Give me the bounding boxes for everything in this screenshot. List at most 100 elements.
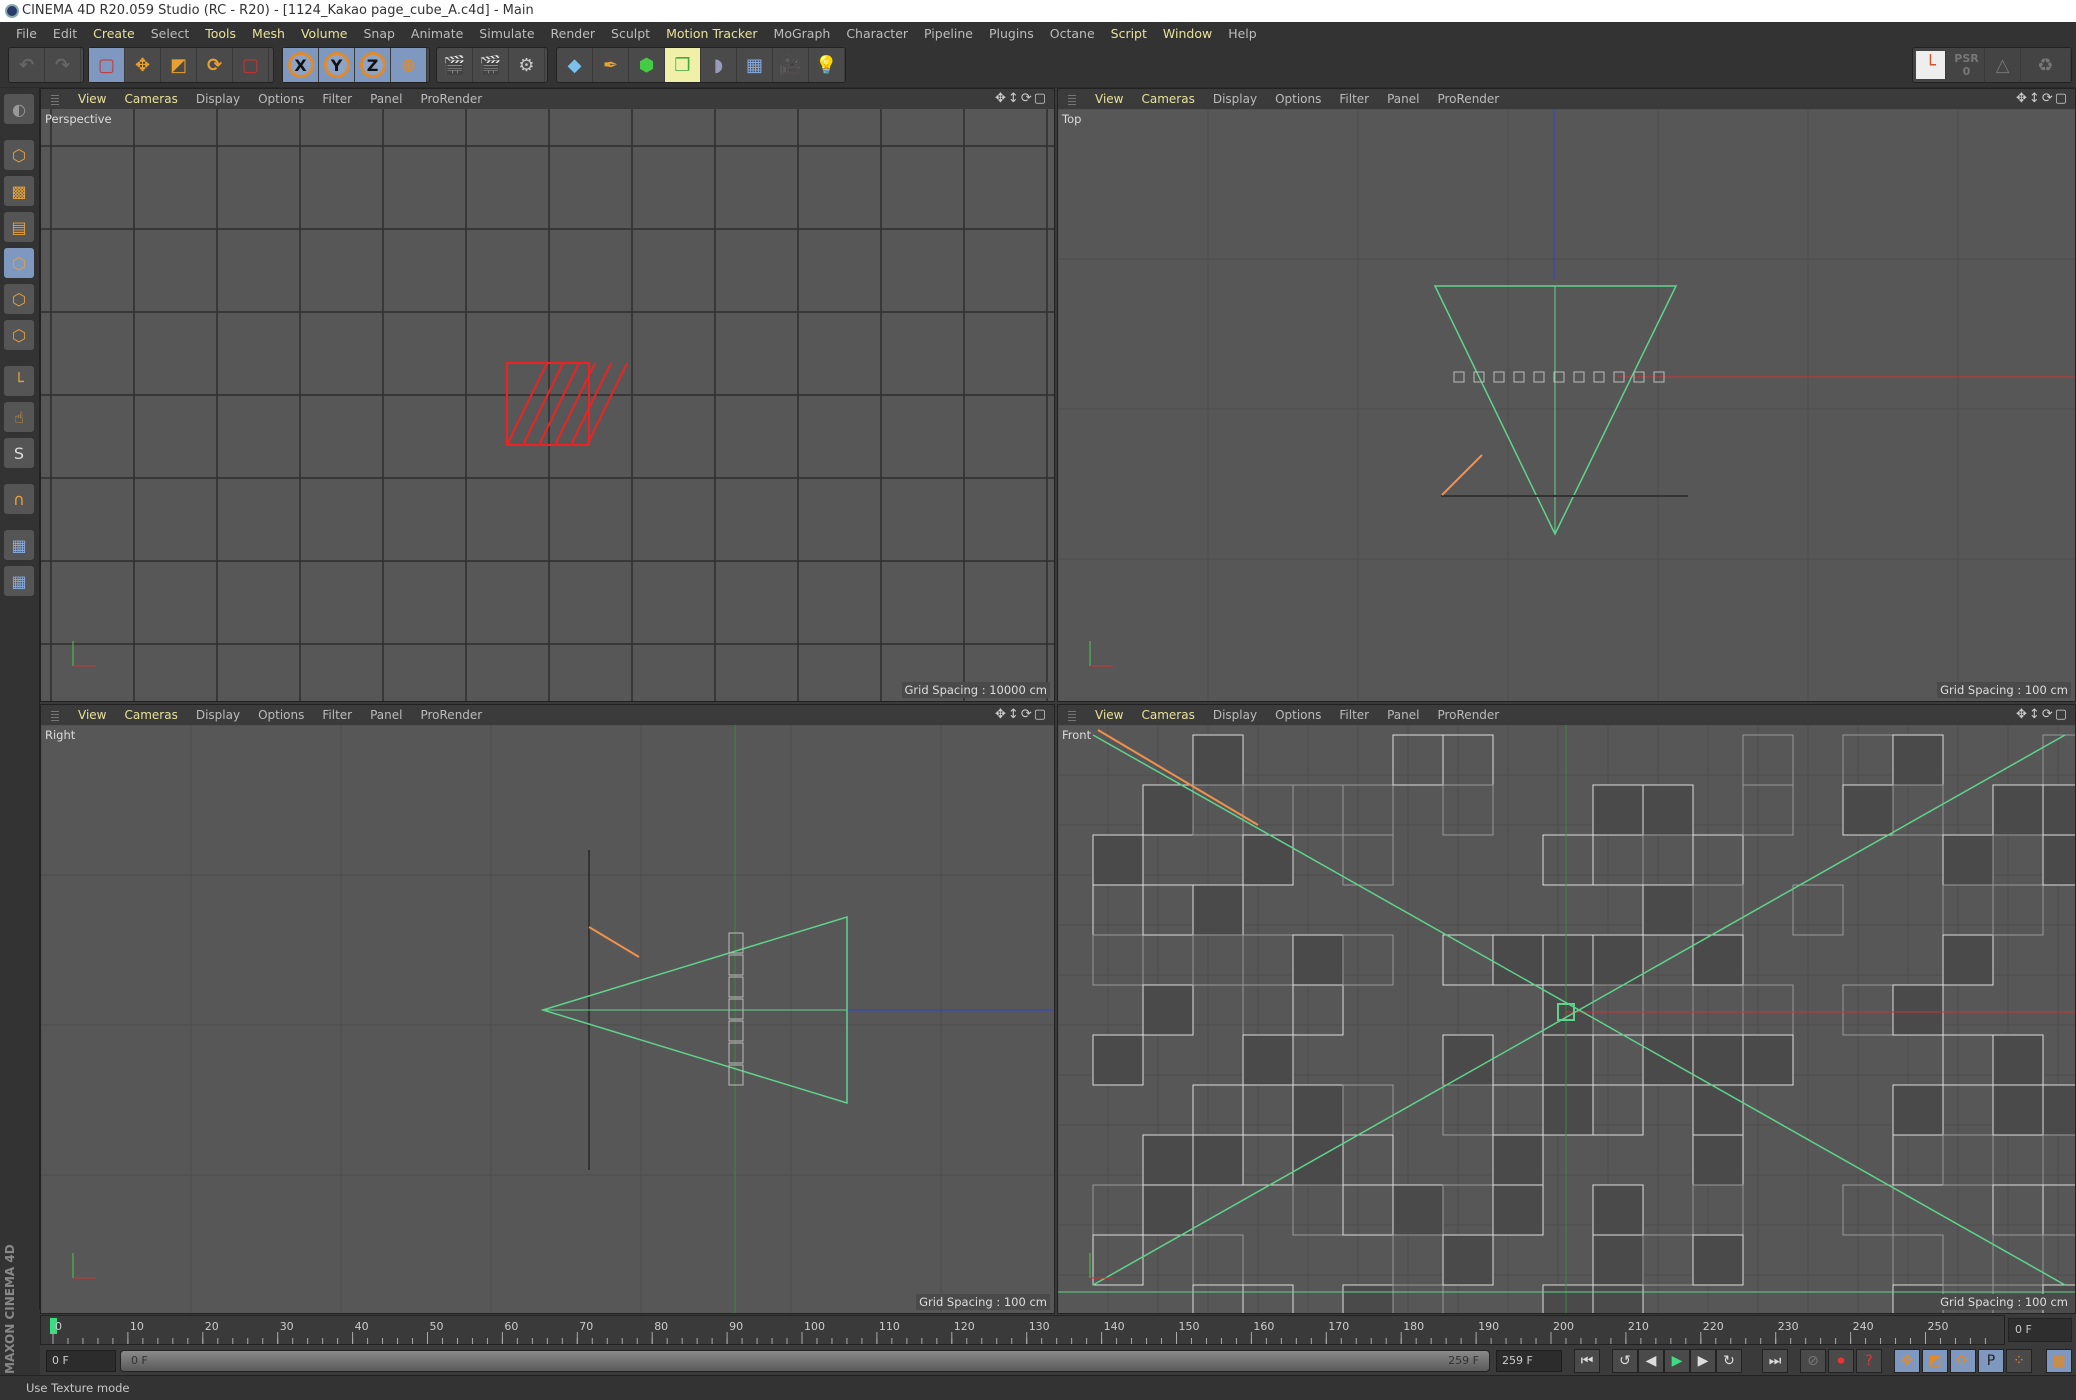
record-disabled-icon[interactable]: ⊘	[1800, 1349, 1826, 1373]
viewport-menu-view[interactable]: View	[69, 92, 115, 106]
menu-motion-tracker[interactable]: Motion Tracker	[658, 26, 765, 41]
camera-icon[interactable]: 🎥	[773, 48, 809, 82]
menu-pipeline[interactable]: Pipeline	[916, 26, 981, 41]
viewport-menu-prorender[interactable]: ProRender	[411, 708, 491, 722]
menu-window[interactable]: Window	[1155, 26, 1220, 41]
recycle-icon[interactable]: ♻	[2021, 48, 2071, 82]
timeline-window-icon[interactable]: ▤	[2046, 1349, 2072, 1373]
viewport-menu-cameras[interactable]: Cameras	[115, 708, 186, 722]
x-axis-lock-button[interactable]: X	[283, 48, 319, 82]
menu-select[interactable]: Select	[143, 26, 198, 41]
polygons-mode-icon[interactable]: ⬡	[4, 320, 34, 350]
viewport-menu-display[interactable]: Display	[1204, 708, 1266, 722]
autokeying-icon[interactable]: ?	[1856, 1349, 1882, 1373]
viewport-menu-options[interactable]: Options	[249, 92, 313, 106]
deformer-icon[interactable]: ◗	[701, 48, 737, 82]
axis-mode-icon[interactable]: └	[4, 366, 34, 396]
viewport-menu-options[interactable]: Options	[249, 708, 313, 722]
menu-character[interactable]: Character	[838, 26, 916, 41]
cloner-icon[interactable]: ❒	[665, 48, 701, 82]
next-frame-icon[interactable]: ▶	[1690, 1349, 1716, 1373]
viewport-menu-cameras[interactable]: Cameras	[1132, 92, 1203, 106]
previous-key-icon[interactable]: ↺	[1612, 1349, 1638, 1373]
workplane-mode-icon[interactable]: ▤	[4, 212, 34, 242]
timeline-ruler[interactable]: 0 10 20 30 40 50 60 70 80 90 100 110 120 130 140 150 160…	[40, 1315, 2005, 1345]
workplane-lock-icon[interactable]: ▦	[4, 530, 34, 560]
pen-icon[interactable]: ✒	[593, 48, 629, 82]
drag-handle[interactable]	[1068, 709, 1076, 721]
subdivision-icon[interactable]: ⬢	[629, 48, 665, 82]
viewport-nav-icons[interactable]: ✥↕⟳▢	[2016, 707, 2069, 722]
menu-file[interactable]: File	[8, 26, 45, 41]
viewport-menu-options[interactable]: Options	[1266, 708, 1330, 722]
key-parameter-icon[interactable]: P	[1978, 1349, 2004, 1373]
render-settings-icon[interactable]: ⚙	[509, 48, 545, 82]
workplane-icon[interactable]: └	[1916, 51, 1946, 79]
viewport-menu-filter[interactable]: Filter	[1330, 92, 1378, 106]
drag-handle[interactable]	[1068, 93, 1076, 105]
viewport-menu-view[interactable]: View	[1086, 92, 1132, 106]
menu-animate[interactable]: Animate	[403, 26, 471, 41]
coordinate-system-icon[interactable]: ⊕	[391, 48, 427, 82]
viewport-menu-panel[interactable]: Panel	[361, 708, 411, 722]
top-viewport[interactable]: View Cameras Display Options Filter Panel ProR…	[1057, 88, 2076, 702]
y-axis-lock-button[interactable]: Y	[319, 48, 355, 82]
start-frame-field[interactable]: 0 F	[46, 1350, 116, 1372]
key-position-icon[interactable]: ✥	[1894, 1349, 1920, 1373]
texture-mode-icon[interactable]: ▩	[4, 176, 34, 206]
psr-button[interactable]: PSR 0	[1949, 48, 1985, 82]
menu-octane[interactable]: Octane	[1042, 26, 1103, 41]
menu-edit[interactable]: Edit	[45, 26, 85, 41]
viewport-canvas[interactable]: Perspective Grid Spacing : 10000 cm	[41, 109, 1054, 701]
z-axis-lock-button[interactable]: Z	[355, 48, 391, 82]
previous-frame-icon[interactable]: ◀	[1638, 1349, 1664, 1373]
scale-icon[interactable]: ◩	[161, 48, 197, 82]
drag-handle[interactable]	[51, 709, 59, 721]
move-icon[interactable]: ✥	[125, 48, 161, 82]
play-icon[interactable]: ▶	[1664, 1349, 1690, 1373]
menu-snap[interactable]: Snap	[355, 26, 402, 41]
viewport-menu-prorender[interactable]: ProRender	[1428, 92, 1508, 106]
frame-range-slider[interactable]: 0 F 259 F	[120, 1350, 1490, 1372]
viewport-canvas[interactable]: Front Grid Spacing : 100 cm	[1058, 725, 2075, 1313]
next-key-icon[interactable]: ↻	[1716, 1349, 1742, 1373]
viewport-menu-prorender[interactable]: ProRender	[411, 92, 491, 106]
viewport-menu-display[interactable]: Display	[187, 708, 249, 722]
tweak-mode-icon[interactable]: ☝	[4, 402, 34, 432]
live-selection-icon[interactable]: ▢	[89, 48, 125, 82]
viewport-menu-panel[interactable]: Panel	[361, 92, 411, 106]
front-viewport[interactable]: View Cameras Display Options Filter Panel ProR…	[1057, 704, 2076, 1314]
menu-plugins[interactable]: Plugins	[981, 26, 1042, 41]
viewport-nav-icons[interactable]: ✥↕⟳▢	[2016, 91, 2069, 106]
menu-help[interactable]: Help	[1220, 26, 1265, 41]
go-to-start-icon[interactable]: ⏮	[1574, 1349, 1600, 1373]
viewport-canvas[interactable]: Top Grid Spacing : 100 cm	[1058, 109, 2075, 701]
viewport-canvas[interactable]: Right Grid Spacing : 100 cm	[41, 725, 1054, 1313]
model-mode-icon[interactable]: ⬡	[4, 140, 34, 170]
render-picture-viewer-icon[interactable]: 🎬	[473, 48, 509, 82]
menu-volume[interactable]: Volume	[293, 26, 356, 41]
undo-button[interactable]: ↶	[9, 48, 45, 82]
perspective-viewport[interactable]: View Cameras Display Options Filter Panel ProR…	[40, 88, 1055, 702]
snapping-icon[interactable]: ∩	[4, 484, 34, 514]
record-active-objects-icon[interactable]: ⏺	[1828, 1349, 1854, 1373]
menu-render[interactable]: Render	[543, 26, 604, 41]
viewport-nav-icons[interactable]: ✥↕⟳▢	[995, 91, 1048, 106]
light-icon[interactable]: 💡	[809, 48, 845, 82]
viewport-menu-display[interactable]: Display	[1204, 92, 1266, 106]
points-mode-icon[interactable]: ⬡	[4, 248, 34, 278]
end-frame-field[interactable]: 259 F	[1496, 1350, 1562, 1372]
edges-mode-icon[interactable]: ⬡	[4, 284, 34, 314]
redo-button[interactable]: ↷	[45, 48, 81, 82]
make-editable-icon[interactable]: ◐	[4, 94, 34, 124]
menu-simulate[interactable]: Simulate	[471, 26, 542, 41]
rotate-icon[interactable]: ⟳	[197, 48, 233, 82]
drag-handle[interactable]	[51, 93, 59, 105]
floor-icon[interactable]: ▦	[737, 48, 773, 82]
menu-create[interactable]: Create	[85, 26, 143, 41]
solo-icon[interactable]: S	[4, 438, 34, 468]
viewport-menu-filter[interactable]: Filter	[313, 92, 361, 106]
right-viewport[interactable]: View Cameras Display Options Filter Panel ProR…	[40, 704, 1055, 1314]
viewport-menu-panel[interactable]: Panel	[1378, 708, 1428, 722]
go-to-end-icon[interactable]: ⏭	[1762, 1349, 1788, 1373]
